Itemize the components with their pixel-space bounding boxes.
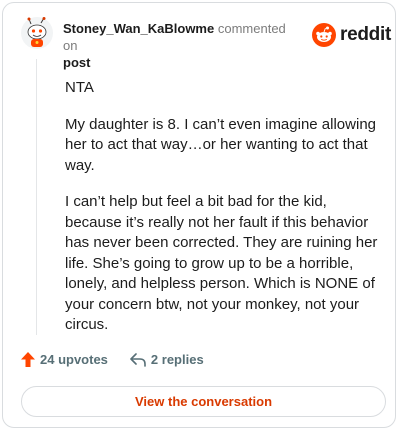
reply-count: 2 replies (150, 352, 204, 367)
comment-paragraph: I can’t help but feel a bit bad for the … (65, 193, 378, 333)
view-conversation-button[interactable]: View the conversation (21, 386, 386, 417)
comment-actions: 24 upvotes 2 replies (21, 352, 204, 367)
upvote-count: 24 upvotes (40, 352, 108, 367)
post-link[interactable]: post (63, 54, 303, 71)
comment-paragraph: NTA (65, 79, 94, 96)
reply-arrow-icon (130, 352, 146, 367)
comment-header: Stoney_Wan_KaBlowme commented on post (63, 20, 303, 71)
reddit-snoo-icon (312, 23, 336, 47)
thread-line (36, 59, 37, 335)
reddit-wordmark: reddit (340, 24, 391, 45)
embedded-comment-card: Stoney_Wan_KaBlowme commented on post re… (2, 2, 396, 428)
avatar[interactable] (21, 17, 53, 49)
reddit-logo[interactable]: reddit (312, 23, 391, 47)
upvote-arrow-icon (21, 352, 35, 367)
view-conversation-label: View the conversation (134, 394, 273, 409)
upvote-button[interactable]: 24 upvotes (21, 352, 108, 367)
replies-button[interactable]: 2 replies (130, 352, 204, 367)
comment-paragraph: My daughter is 8. I can’t even imagine a… (65, 115, 377, 174)
author-username[interactable]: Stoney_Wan_KaBlowme (63, 21, 214, 36)
comment-body: NTA My daughter is 8. I can’t even imagi… (65, 78, 383, 352)
